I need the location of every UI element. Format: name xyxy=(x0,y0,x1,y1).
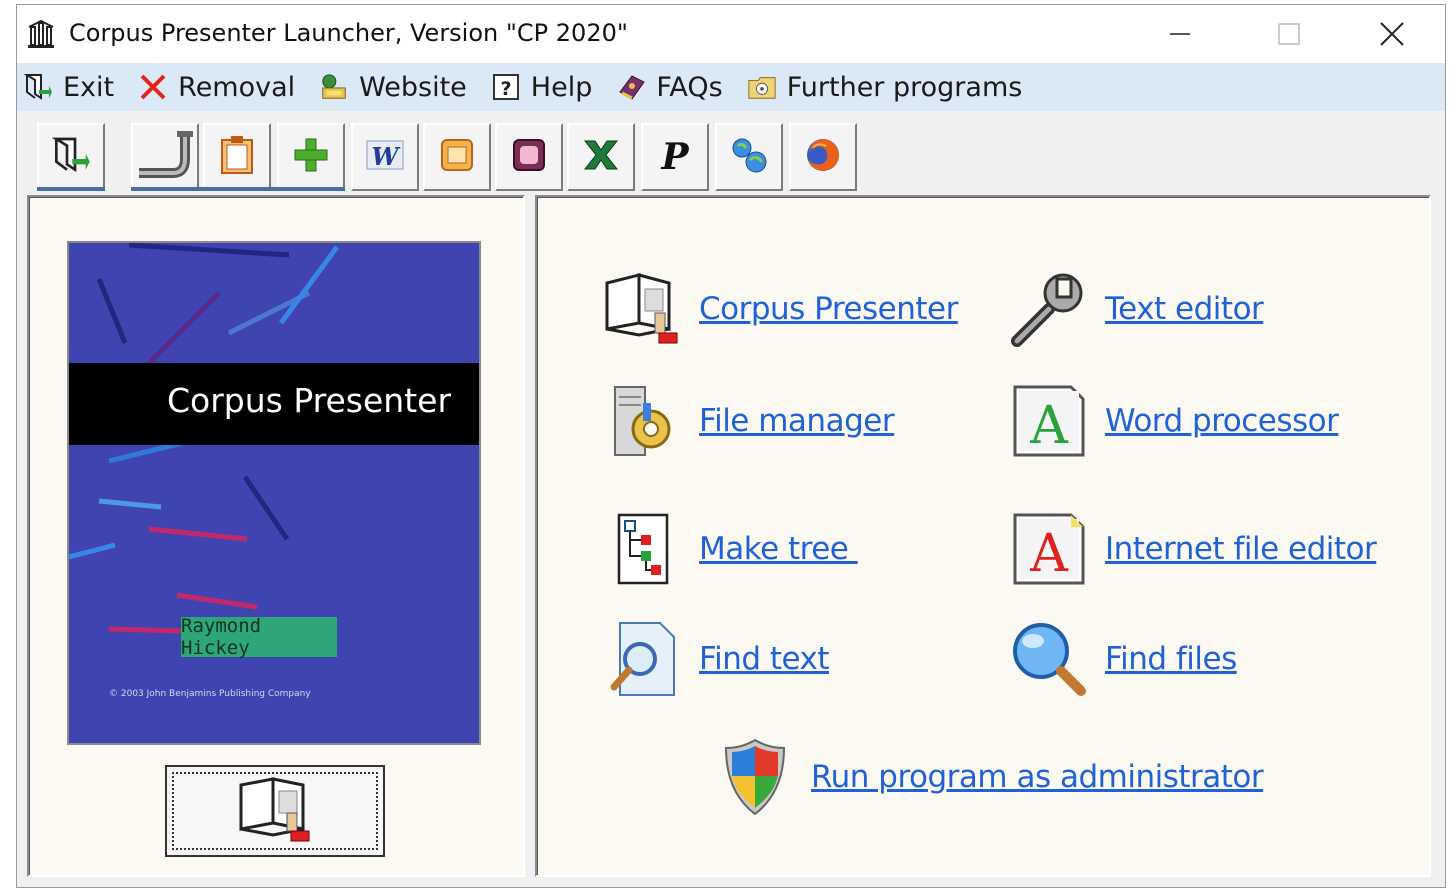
programs-folder-icon xyxy=(747,72,777,102)
faq-book-icon xyxy=(616,72,646,102)
find-text-link-text[interactable]: Find text xyxy=(699,641,830,677)
toolbar-exit-button[interactable] xyxy=(37,123,105,191)
find-files-link-text[interactable]: Find files xyxy=(1105,641,1237,677)
text-editor-link-text[interactable]: Text editor xyxy=(1105,291,1264,327)
toolbar-add-button[interactable] xyxy=(277,123,345,191)
menu-further-programs[interactable]: Further programs xyxy=(747,67,1023,107)
p-letter-icon: P xyxy=(661,136,689,178)
toolbar-group-underline xyxy=(131,187,345,191)
window-title: Corpus Presenter Launcher, Version "CP 2… xyxy=(69,19,628,47)
word-processor-link[interactable]: A Word processor xyxy=(1009,381,1339,461)
internet-file-editor-link-text[interactable]: Internet file editor xyxy=(1105,531,1377,567)
network-icon xyxy=(730,136,768,178)
toolbar-pipe-button[interactable] xyxy=(131,123,199,191)
corpus-presenter-link-text[interactable]: Corpus Presenter xyxy=(699,291,958,327)
menu-exit-label: Exit xyxy=(63,71,115,103)
menu-help-label: Help xyxy=(530,71,593,103)
toolbar-underline xyxy=(37,187,105,191)
toolbar-clipboard-button[interactable] xyxy=(203,123,271,191)
server-gear-icon xyxy=(603,381,683,461)
svg-text:A: A xyxy=(1029,396,1069,456)
cover-author: Raymond Hickey xyxy=(181,615,337,659)
cover-title: Corpus Presenter xyxy=(166,381,452,420)
close-button[interactable] xyxy=(1342,5,1442,63)
menu-removal[interactable]: Removal xyxy=(138,67,295,107)
file-manager-link[interactable]: File manager xyxy=(603,381,895,461)
wrench-icon xyxy=(1009,269,1089,349)
book-cover-image: Corpus Presenter Raymond Hickey © 2003 J… xyxy=(67,241,481,745)
help-icon: ? xyxy=(491,72,521,102)
red-x-icon xyxy=(138,72,168,102)
menu-further-programs-label: Further programs xyxy=(786,71,1023,103)
cover-copyright: © 2003 John Benjamins Publishing Company xyxy=(109,689,311,699)
orange-file-icon xyxy=(439,137,475,177)
menu-exit[interactable]: Exit xyxy=(23,67,114,107)
svg-text:A: A xyxy=(1029,524,1069,584)
firefox-icon xyxy=(804,136,842,178)
exit-icon xyxy=(23,72,53,102)
minimize-button[interactable] xyxy=(1130,5,1230,63)
toolbar-orange-file-button[interactable] xyxy=(423,123,491,191)
title-bar[interactable]: Corpus Presenter Launcher, Version "CP 2… xyxy=(17,5,1445,63)
menu-faqs[interactable]: FAQs xyxy=(616,67,723,107)
internet-file-editor-link[interactable]: A Internet file editor xyxy=(1009,509,1377,589)
word-icon: W xyxy=(365,137,405,177)
toolbar-pink-file-button[interactable] xyxy=(495,123,563,191)
toolbar-p-button[interactable]: P xyxy=(641,123,709,191)
svg-text:?: ? xyxy=(500,78,511,100)
clipboard-icon xyxy=(219,135,255,179)
menu-website[interactable]: Website xyxy=(319,67,467,107)
toolbar-network-button[interactable] xyxy=(715,123,783,191)
open-book-icon xyxy=(603,269,683,349)
menu-website-label: Website xyxy=(359,71,467,103)
make-tree-link[interactable]: Make tree xyxy=(603,509,858,589)
tree-diagram-icon xyxy=(603,509,683,589)
red-a-icon: A xyxy=(1009,509,1089,589)
exit-icon xyxy=(51,135,91,179)
menu-bar: Exit Removal Website ? Help FAQs Further… xyxy=(17,63,1445,111)
text-editor-link[interactable]: Text editor xyxy=(1009,269,1264,349)
run-as-administrator-link-text[interactable]: Run program as administrator xyxy=(811,759,1264,795)
toolbar-excel-button[interactable] xyxy=(567,123,635,191)
left-panel: Corpus Presenter Raymond Hickey © 2003 J… xyxy=(27,195,525,877)
svg-text:W: W xyxy=(372,142,401,171)
find-text-icon xyxy=(603,619,683,699)
launch-corpus-presenter-button[interactable] xyxy=(165,765,385,857)
make-tree-link-text[interactable]: Make tree xyxy=(699,531,858,567)
launcher-window: Corpus Presenter Launcher, Version "CP 2… xyxy=(16,4,1446,888)
app-icon xyxy=(25,19,57,51)
excel-icon xyxy=(581,137,621,177)
find-text-link[interactable]: Find text xyxy=(603,619,830,699)
pipe-icon xyxy=(137,129,193,185)
green-a-icon: A xyxy=(1009,381,1089,461)
toolbar-firefox-button[interactable] xyxy=(789,123,857,191)
right-panel: Corpus Presenter Text editor File manage… xyxy=(535,195,1431,877)
run-as-administrator-link[interactable]: Run program as administrator xyxy=(715,737,1264,817)
launch-button-focus-ring xyxy=(172,772,378,850)
file-manager-link-text[interactable]: File manager xyxy=(699,403,895,439)
green-plus-icon xyxy=(293,137,329,177)
pink-file-icon xyxy=(511,137,547,177)
maximize-button[interactable] xyxy=(1239,5,1339,63)
menu-faqs-label: FAQs xyxy=(656,71,723,103)
toolbar-word-button[interactable]: W xyxy=(351,123,419,191)
word-processor-link-text[interactable]: Word processor xyxy=(1105,403,1339,439)
website-icon xyxy=(319,72,349,102)
open-book-icon xyxy=(235,773,315,849)
find-files-link[interactable]: Find files xyxy=(1009,619,1237,699)
magnifier-icon xyxy=(1009,619,1089,699)
uac-shield-icon xyxy=(715,737,795,817)
toolbar: W P xyxy=(17,115,1445,195)
menu-help[interactable]: ? Help xyxy=(491,67,593,107)
menu-removal-label: Removal xyxy=(178,71,296,103)
corpus-presenter-link[interactable]: Corpus Presenter xyxy=(603,269,958,349)
